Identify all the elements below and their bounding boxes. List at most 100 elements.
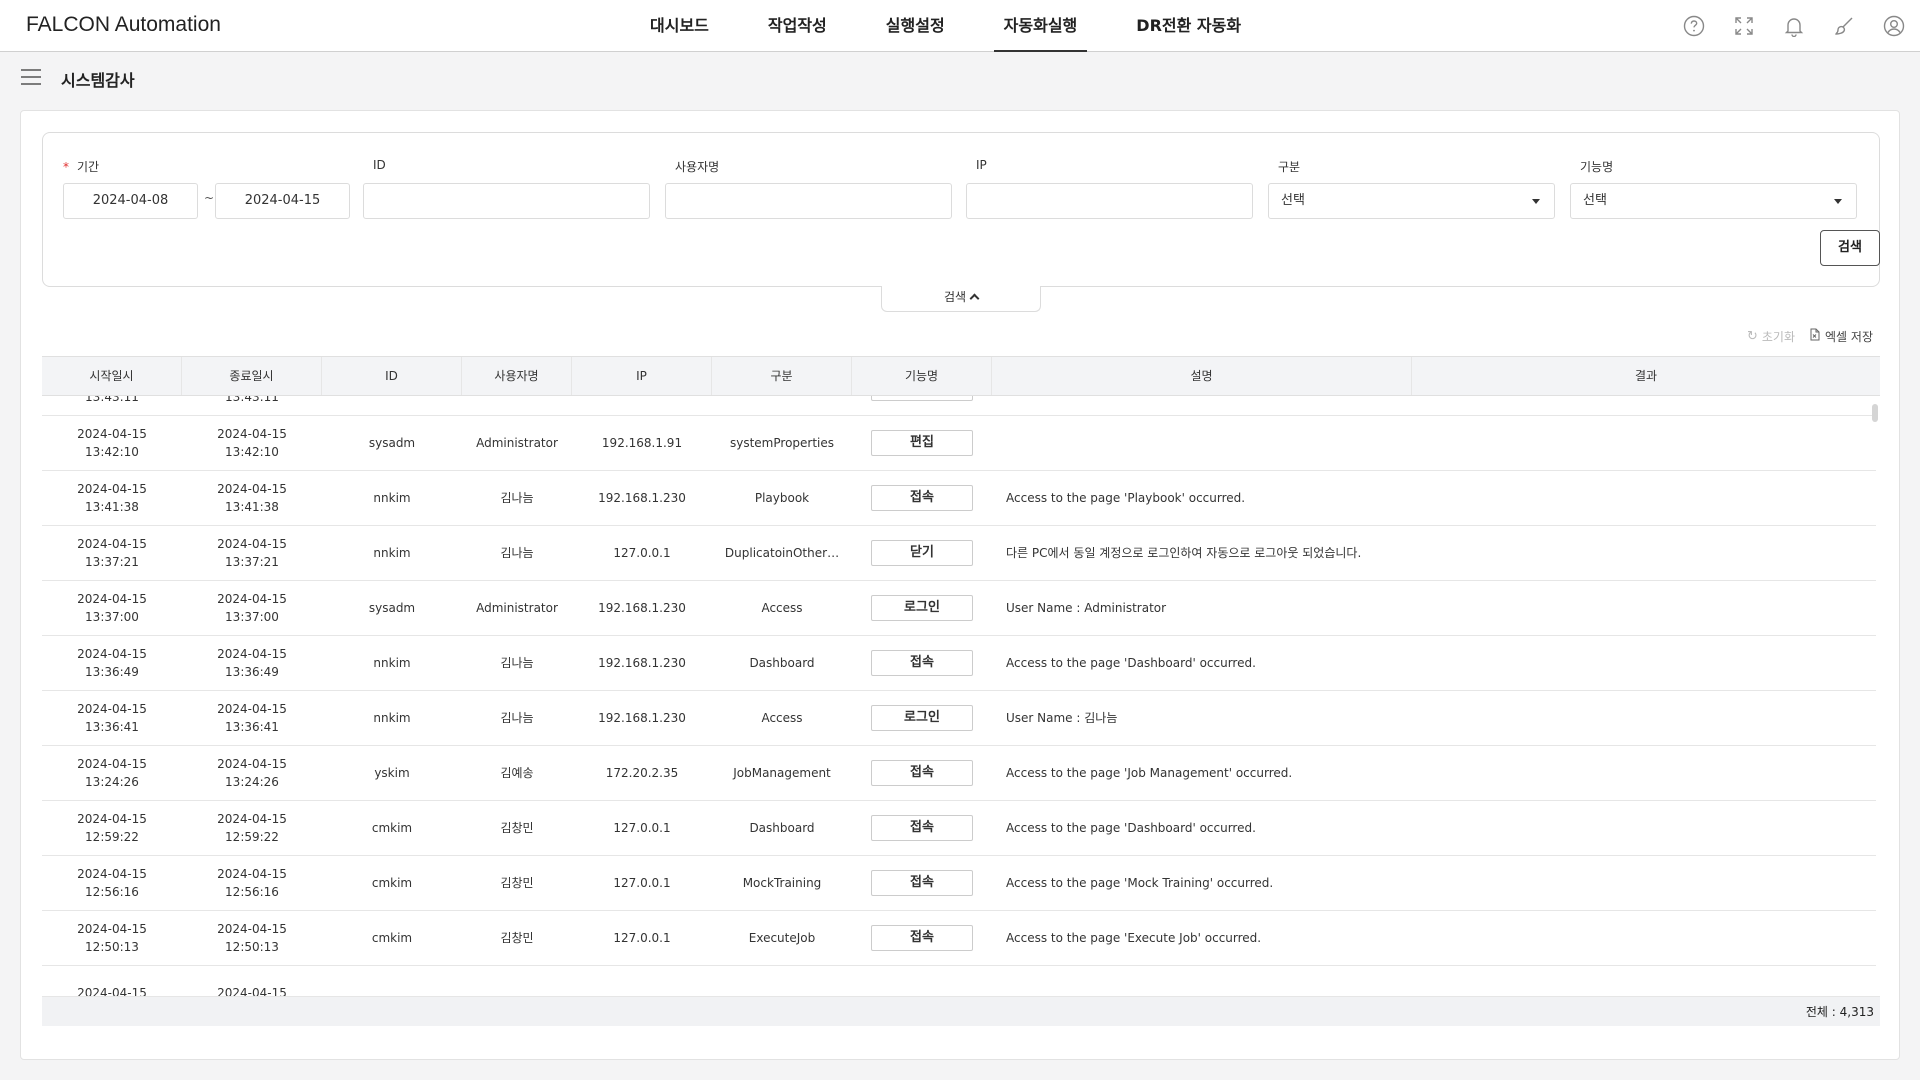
function-button[interactable]: 닫기 [871,540,973,566]
cell-end-time: 13:42:10 [225,445,279,459]
cell-end-date: 2024-04-15 [217,986,287,996]
cell-start-date: 2024-04-15 [77,647,147,661]
cell-start-time: 13:36:41 [85,720,139,734]
cell-end-time: 12:56:16 [225,885,279,899]
table-row[interactable]: 2024-04-15 12:56:16 2024-04-15 12:56:16 cmki… [42,856,1876,911]
table-row[interactable]: 2024-04-15 12:59:22 2024-04-15 12:59:22 cmki… [42,801,1876,856]
scrollbar-thumb[interactable] [1872,404,1878,422]
cell-start-date: 2024-04-15 [77,922,147,936]
period-label: * 기간 [63,160,100,174]
nav-job-authoring[interactable]: 작업작성 [758,0,837,52]
function-button[interactable]: 편집 [871,430,973,456]
cell-function: 로그인 [852,705,992,731]
cell-end-time: 13:36:41 [225,720,279,734]
id-input[interactable] [363,183,650,219]
function-select-value: 선택 [1583,193,1607,208]
table-row[interactable]: 2024-04-15 12:50:13 2024-04-15 12:50:13 cmki… [42,911,1876,966]
table-row[interactable]: 2024-04-15 13:24:26 2024-04-15 13:24:26 yski… [42,746,1876,801]
cell-end-time: 12:59:22 [225,830,279,844]
cell-end: 2024-04-15 13:37:21 [182,535,322,571]
fullscreen-icon[interactable] [1732,14,1756,38]
column-header-result[interactable]: 결과 [1412,357,1880,395]
search-button[interactable]: 검색 [1820,230,1880,266]
cell-id: yskim [374,766,410,780]
cell-end: 2024-04-15 12:56:16 [182,865,322,901]
category-select[interactable]: 선택 [1268,183,1555,219]
cell-category: JobManagement [733,766,831,780]
cell-end-date: 2024-04-15 [217,812,287,826]
function-button[interactable]: 접속 [871,815,973,841]
top-header: FALCON Automation 대시보드 작업작성 실행설정 자동화실행 D… [0,0,1920,52]
cell-end: 2024-04-15 12:59:22 [182,810,322,846]
cell-function: 편집 [852,430,992,456]
help-icon[interactable] [1682,14,1706,38]
column-header-id[interactable]: ID [322,357,462,395]
cell-start-time: 12:50:13 [85,940,139,954]
reset-button[interactable]: ↻ 초기화 [1747,328,1795,345]
cell-id: cmkim [371,876,413,890]
cell-username: 김예송 [500,766,534,780]
cell-ip: 192.168.1.230 [598,601,686,615]
column-header-function[interactable]: 기능명 [852,357,992,395]
cell-id: nnkim [373,656,411,670]
main-nav: 대시보드 작업작성 실행설정 자동화실행 DR전환 자동화 [640,0,1290,52]
function-button[interactable]: 접속 [871,485,973,511]
table-row[interactable]: 2024-04-15 13:36:49 2024-04-15 13:36:49 nnki… [42,636,1876,691]
cell-end: 2024-04-15 13:42:10 [182,425,322,461]
function-button[interactable]: 편집 [871,396,973,401]
function-button[interactable]: 접속 [871,870,973,896]
function-button[interactable]: 접속 [871,760,973,786]
column-header-start[interactable]: 시작일시 [42,357,182,395]
bell-icon[interactable] [1782,14,1806,38]
cell-id: sysadm [368,436,416,450]
table-row[interactable]: 2024-04-15 13:37:00 2024-04-15 13:37:00 sysa… [42,581,1876,636]
cell-start: 2024-04-15 13:41:38 [42,480,182,516]
function-select[interactable]: 선택 [1570,183,1857,219]
brush-icon[interactable] [1832,14,1856,38]
cell-function: 접속 [852,870,992,896]
hamburger-menu-icon[interactable] [20,67,42,87]
nav-automation-run[interactable]: 자동화실행 [993,0,1088,52]
table-row[interactable]: 2024-04-1513:43:112024-04-1513:43:11sysa… [42,396,1876,416]
search-collapse-toggle[interactable]: 검색 [881,286,1041,312]
table-row[interactable]: 2024-04-15 13:41:38 2024-04-15 13:41:38 nnki… [42,471,1876,526]
nav-execution-settings[interactable]: 실행설정 [876,0,955,52]
table-rows: 2024-04-1513:43:112024-04-1513:43:11sysa… [42,396,1876,996]
nav-dashboard[interactable]: 대시보드 [640,0,719,52]
function-button[interactable]: 로그인 [871,595,973,621]
cell-description: User Name : 김나늠 [1006,711,1118,725]
table-body[interactable]: 2024-04-1513:43:112024-04-1513:43:11sysa… [42,396,1880,996]
nav-dr-automation[interactable]: DR전환 자동화 [1126,0,1251,52]
table-row[interactable]: 2024-04-15 13:37:21 2024-04-15 13:37:21 nnki… [42,526,1876,581]
cell-category: systemProperties [729,436,835,450]
function-label: 기능명 [1580,160,1614,174]
function-button[interactable]: 접속 [871,650,973,676]
date-to-input[interactable]: 2024-04-15 [215,183,350,219]
column-header-ip[interactable]: IP [572,357,712,395]
cell-start: 2024-04-1513:43:11 [42,396,182,406]
column-header-category[interactable]: 구분 [712,357,852,395]
table-row[interactable]: 2024-04-15 13:36:41 2024-04-15 13:36:41 nnki… [42,691,1876,746]
username-input[interactable] [665,183,952,219]
column-header-description[interactable]: 설명 [992,357,1412,395]
column-header-end[interactable]: 종료일시 [182,357,322,395]
cell-username: Administrator [462,396,572,397]
cell-end: 2024-04-15 13:37:00 [182,590,322,626]
cell-function: 접속 [852,760,992,786]
column-header-username[interactable]: 사용자명 [462,357,572,395]
cell-description: Access to the page 'Dashboard' occurred. [1006,656,1256,670]
excel-export-button[interactable]: 엑셀 저장 [1809,328,1873,345]
cell-start-time: 13:24:26 [85,775,139,789]
user-icon[interactable] [1882,14,1906,38]
cell-ip: 127.0.0.1 [613,546,671,560]
ip-input[interactable] [966,183,1253,219]
date-from-input[interactable]: 2024-04-08 [63,183,198,219]
table-row[interactable]: 2024-04-15 2024-04-15 [42,966,1876,996]
table-row[interactable]: 2024-04-15 13:42:10 2024-04-15 13:42:10 sysa… [42,416,1876,471]
cell-start-date: 2024-04-15 [77,537,147,551]
function-button[interactable]: 접속 [871,925,973,951]
function-button[interactable]: 로그인 [871,705,973,731]
app-title[interactable]: FALCON Automation [26,13,221,37]
cell-username: 김나늠 [500,491,534,505]
cell-id: sysadm [368,601,416,615]
